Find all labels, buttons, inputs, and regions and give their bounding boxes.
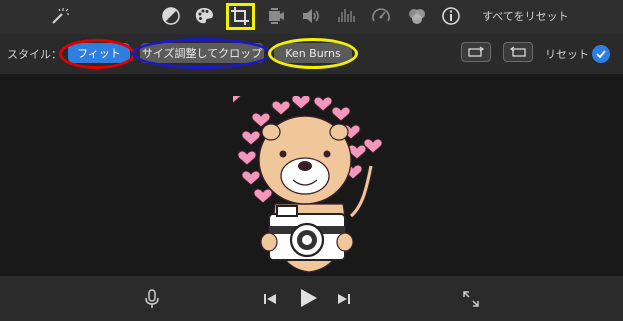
rotate-right-icon: [509, 46, 526, 57]
adjustment-toolbar: すべてをリセット: [0, 0, 623, 34]
filter-icon[interactable]: [406, 5, 428, 27]
microphone-icon[interactable]: [143, 288, 161, 310]
speed-icon[interactable]: [370, 5, 392, 27]
reset-all-button[interactable]: すべてをリセット: [482, 8, 569, 24]
reset-button[interactable]: リセット: [545, 46, 589, 62]
play-icon[interactable]: [298, 287, 320, 309]
magic-wand-icon[interactable]: [48, 5, 70, 27]
skip-back-icon[interactable]: [262, 291, 278, 307]
info-icon[interactable]: [440, 5, 462, 27]
style-label: スタイル：: [7, 48, 62, 61]
equalizer-icon[interactable]: [335, 5, 357, 27]
playback-controls: [0, 276, 623, 321]
fullscreen-icon[interactable]: [461, 289, 481, 309]
lion-camera-illustration: [233, 96, 383, 273]
rotate-right-button[interactable]: [503, 42, 533, 62]
apply-checkmark-button[interactable]: [592, 45, 610, 63]
palette-icon[interactable]: [193, 5, 215, 27]
video-preview: [0, 74, 623, 276]
crop-highlight: [226, 3, 255, 30]
red-annotation-circle: [59, 39, 135, 69]
yellow-annotation-circle: [268, 38, 358, 69]
color-balance-icon[interactable]: [160, 5, 182, 27]
skip-forward-icon[interactable]: [336, 291, 352, 307]
checkmark-icon: [596, 50, 606, 59]
volume-icon[interactable]: [300, 5, 322, 27]
blue-annotation-circle: [132, 38, 272, 69]
rotate-left-button[interactable]: [461, 42, 491, 62]
stabilization-icon[interactable]: [265, 5, 287, 27]
rotate-left-icon: [468, 46, 485, 57]
crop-style-bar: スタイル： フィット サイズ調整してクロップ Ken Burns リセット: [0, 34, 623, 74]
